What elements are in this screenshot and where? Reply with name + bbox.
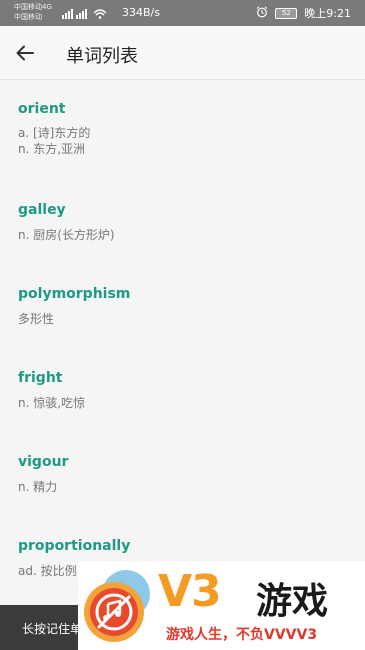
carrier-2: 中国移动 xyxy=(14,13,42,21)
watermark-slogan: 游戏人生，不负VVVV3 xyxy=(166,627,318,643)
word-definition: 多形性 xyxy=(18,312,55,326)
arrow-left-icon xyxy=(16,45,34,61)
alarm-icon xyxy=(256,5,268,21)
word-text: fright xyxy=(18,370,63,386)
word-definition: n. 东方,亚洲 xyxy=(18,142,86,156)
word-text: polymorphism xyxy=(18,286,131,302)
app-bar: 单词列表 xyxy=(0,26,365,80)
watermark-brand-cn: 游戏 xyxy=(256,581,329,622)
word-definition: ad. 按比例 xyxy=(18,564,77,578)
word-text: vigour xyxy=(18,454,69,470)
word-text: proportionally xyxy=(18,538,131,554)
word-definition: n. 精力 xyxy=(18,480,58,494)
battery-icon: 52 xyxy=(275,7,298,19)
signal-bars-icon xyxy=(62,9,107,19)
status-bar: 中国移动4G 中国移动 334B/s 52 晚上9:21 xyxy=(0,0,365,26)
network-speed: 334B/s xyxy=(122,6,160,19)
back-button[interactable] xyxy=(10,38,40,68)
status-right: 52 晚上9:21 xyxy=(256,5,351,21)
watermark: V3 游戏 游戏人生，不负VVVV3 xyxy=(78,562,365,650)
word-definition: n. 惊骇,吃惊 xyxy=(18,396,86,410)
word-text: orient xyxy=(18,101,66,117)
word-definition: n. 厨房(长方形炉) xyxy=(18,228,115,242)
clock: 晚上9:21 xyxy=(304,7,351,20)
list-item[interactable]: polymorphism 多形性 xyxy=(0,286,365,370)
carrier-info: 中国移动4G 中国移动 xyxy=(14,2,52,22)
page-title: 单词列表 xyxy=(66,46,138,67)
watermark-brand: V3 xyxy=(158,566,222,617)
list-item[interactable]: galley n. 厨房(长方形炉) xyxy=(0,202,365,286)
toast-text: 长按记住单 xyxy=(22,622,83,636)
signal-icon xyxy=(62,7,110,21)
word-text: galley xyxy=(18,202,66,218)
list-item[interactable]: orient a. [诗]东方的 n. 东方,亚洲 xyxy=(0,101,365,185)
list-item[interactable]: fright n. 惊骇,吃惊 xyxy=(0,370,365,454)
watermark-logo-icon xyxy=(80,568,158,650)
list-item[interactable]: vigour n. 精力 xyxy=(0,454,365,538)
carrier-1: 中国移动4G xyxy=(14,3,52,11)
word-definition: a. [诗]东方的 xyxy=(18,126,91,140)
